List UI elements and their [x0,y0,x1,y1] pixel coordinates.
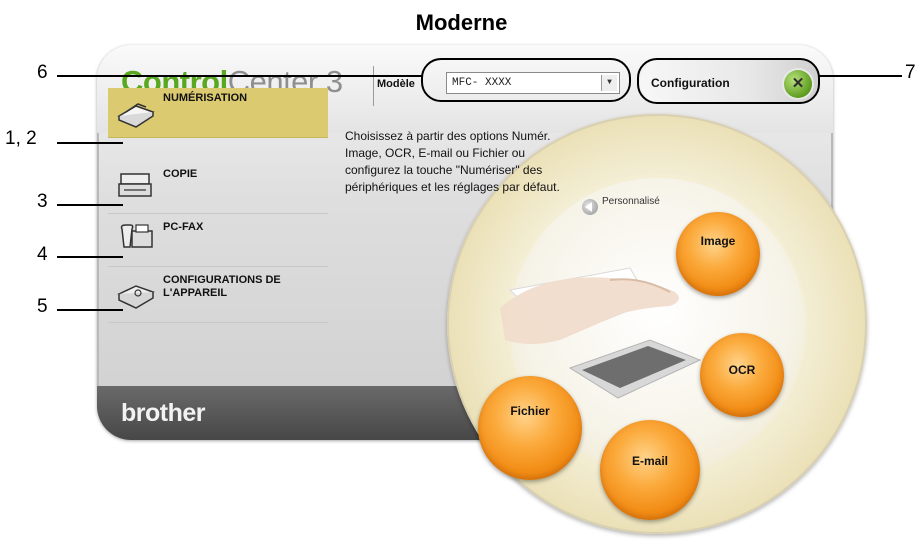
callout-line-5 [57,309,123,311]
scan-email-label: E-mail [631,454,668,468]
callout-oval-model [421,58,631,102]
scanner-icon [117,103,155,128]
scan-image-button[interactable]: Image [676,212,760,296]
logo-divider [373,66,374,106]
callout-3: 3 [37,191,48,212]
sidebar-item-copie[interactable]: COPIE [108,164,328,214]
sidebar-item-pc-fax[interactable]: PC-FAX [108,217,328,267]
sidebar: NUMÉRISATION COPIE PC-FAX CONFIGURATIONS… [108,88,328,386]
callout-5: 5 [37,296,48,317]
sidebar-item-label: NUMÉRISATION [163,92,248,104]
sidebar-item-configurations[interactable]: CONFIGURATIONS DE L'APPAREIL [108,270,328,323]
scan-ocr-button[interactable]: OCR [700,333,784,417]
sidebar-item-label: COPIE [163,168,198,180]
callout-line-4 [57,256,123,258]
sidebar-item-label: CONFIGURATIONS DE L'APPAREIL [163,274,281,299]
figure-title: Moderne [415,10,508,35]
callout-line-6 [57,75,423,77]
callout-4: 4 [37,244,48,265]
back-arrow-icon[interactable] [582,199,598,215]
scan-file-button[interactable]: Fichier [478,376,582,480]
copier-icon [118,173,152,197]
device-settings-icon [117,285,155,309]
custom-tab-label[interactable]: Personnalisé [602,196,660,207]
scan-image-label: Image [700,234,736,248]
callout-6: 6 [37,62,48,83]
brand-logo: brother [121,399,206,427]
callout-1-2: 1, 2 [5,128,37,149]
sidebar-item-numerisation[interactable]: NUMÉRISATION [108,88,328,138]
fax-icon [120,224,153,248]
sidebar-item-label: PC-FAX [163,221,204,233]
scan-ocr-label: OCR [728,363,756,377]
model-label: Modèle [377,78,415,90]
scan-email-button[interactable]: E-mail [600,420,700,520]
callout-line-7 [818,75,902,77]
callout-line-1-2 [57,142,123,144]
callout-oval-configuration [637,58,820,104]
description-text: Choisissez à partir des options Numér. I… [345,129,560,194]
scan-file-label: Fichier [510,404,550,418]
callout-line-3 [57,204,123,206]
callout-7: 7 [905,62,916,83]
